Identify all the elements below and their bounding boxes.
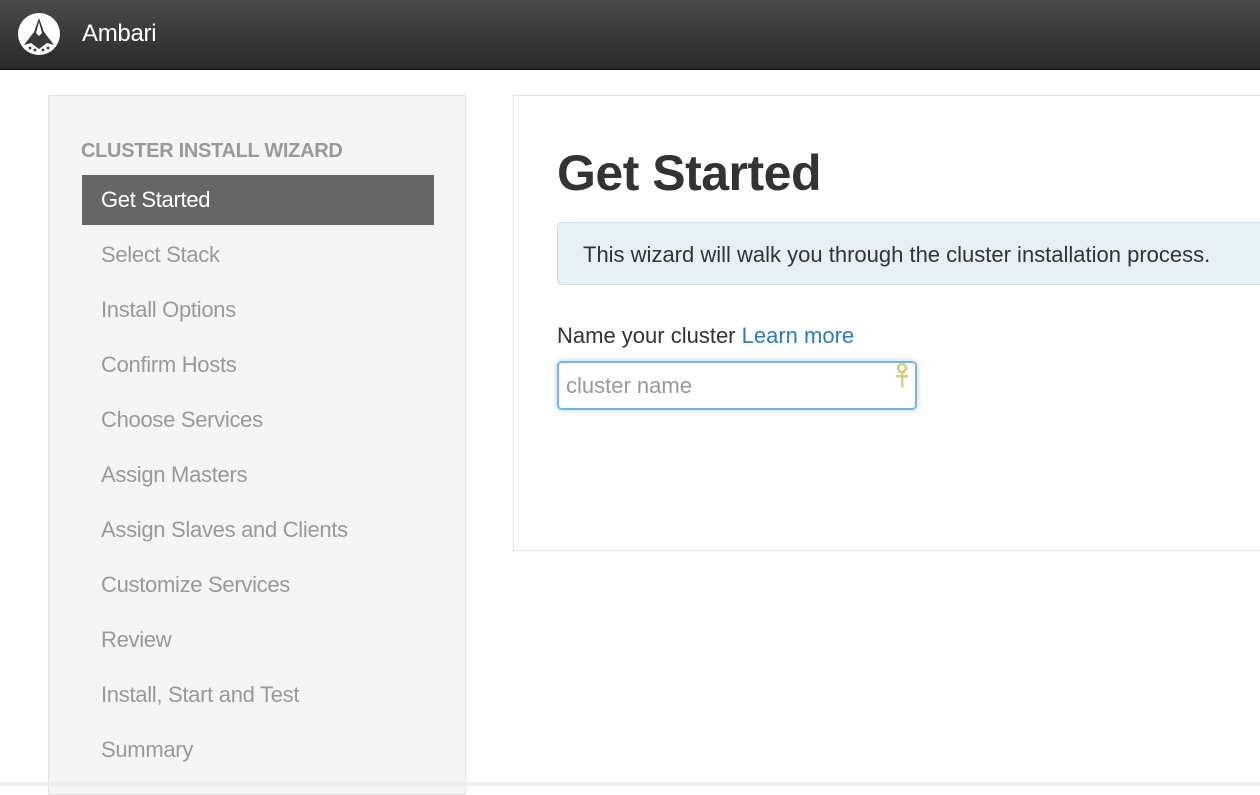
brand-name[interactable]: Ambari <box>82 20 157 48</box>
step-customize-services[interactable]: Customize Services <box>82 560 434 615</box>
top-navbar: Ambari <box>0 0 1260 70</box>
name-label-text: Name your cluster <box>557 323 736 348</box>
step-choose-services[interactable]: Choose Services <box>82 395 434 450</box>
learn-more-link[interactable]: Learn more <box>742 323 855 348</box>
page-title: Get Started <box>557 145 822 201</box>
step-confirm-hosts[interactable]: Confirm Hosts <box>82 340 434 395</box>
step-install-options[interactable]: Install Options <box>82 285 434 340</box>
info-alert: This wizard will walk you through the cl… <box>557 222 1260 285</box>
footer-divider <box>0 782 1260 786</box>
step-install-start-test[interactable]: Install, Start and Test <box>82 670 434 725</box>
wizard-sidebar: CLUSTER INSTALL WIZARD Get Started Selec… <box>48 95 466 795</box>
key-icon[interactable] <box>892 362 912 390</box>
step-select-stack[interactable]: Select Stack <box>82 230 434 285</box>
cluster-name-label: Name your cluster Learn more <box>557 323 854 349</box>
alert-text: This wizard will walk you through the cl… <box>583 242 1211 267</box>
step-review[interactable]: Review <box>82 615 434 670</box>
wizard-steps-nav: Get Started Select Stack Install Options… <box>82 175 434 780</box>
step-get-started[interactable]: Get Started <box>82 175 434 225</box>
step-assign-masters[interactable]: Assign Masters <box>82 450 434 505</box>
step-summary[interactable]: Summary <box>82 725 434 780</box>
main-content-panel: Get Started This wizard will walk you th… <box>513 95 1260 551</box>
ambari-logo-icon[interactable] <box>17 12 61 56</box>
cluster-name-input[interactable] <box>557 361 917 410</box>
sidebar-header: CLUSTER INSTALL WIZARD <box>81 140 343 162</box>
step-assign-slaves-clients[interactable]: Assign Slaves and Clients <box>82 505 434 560</box>
